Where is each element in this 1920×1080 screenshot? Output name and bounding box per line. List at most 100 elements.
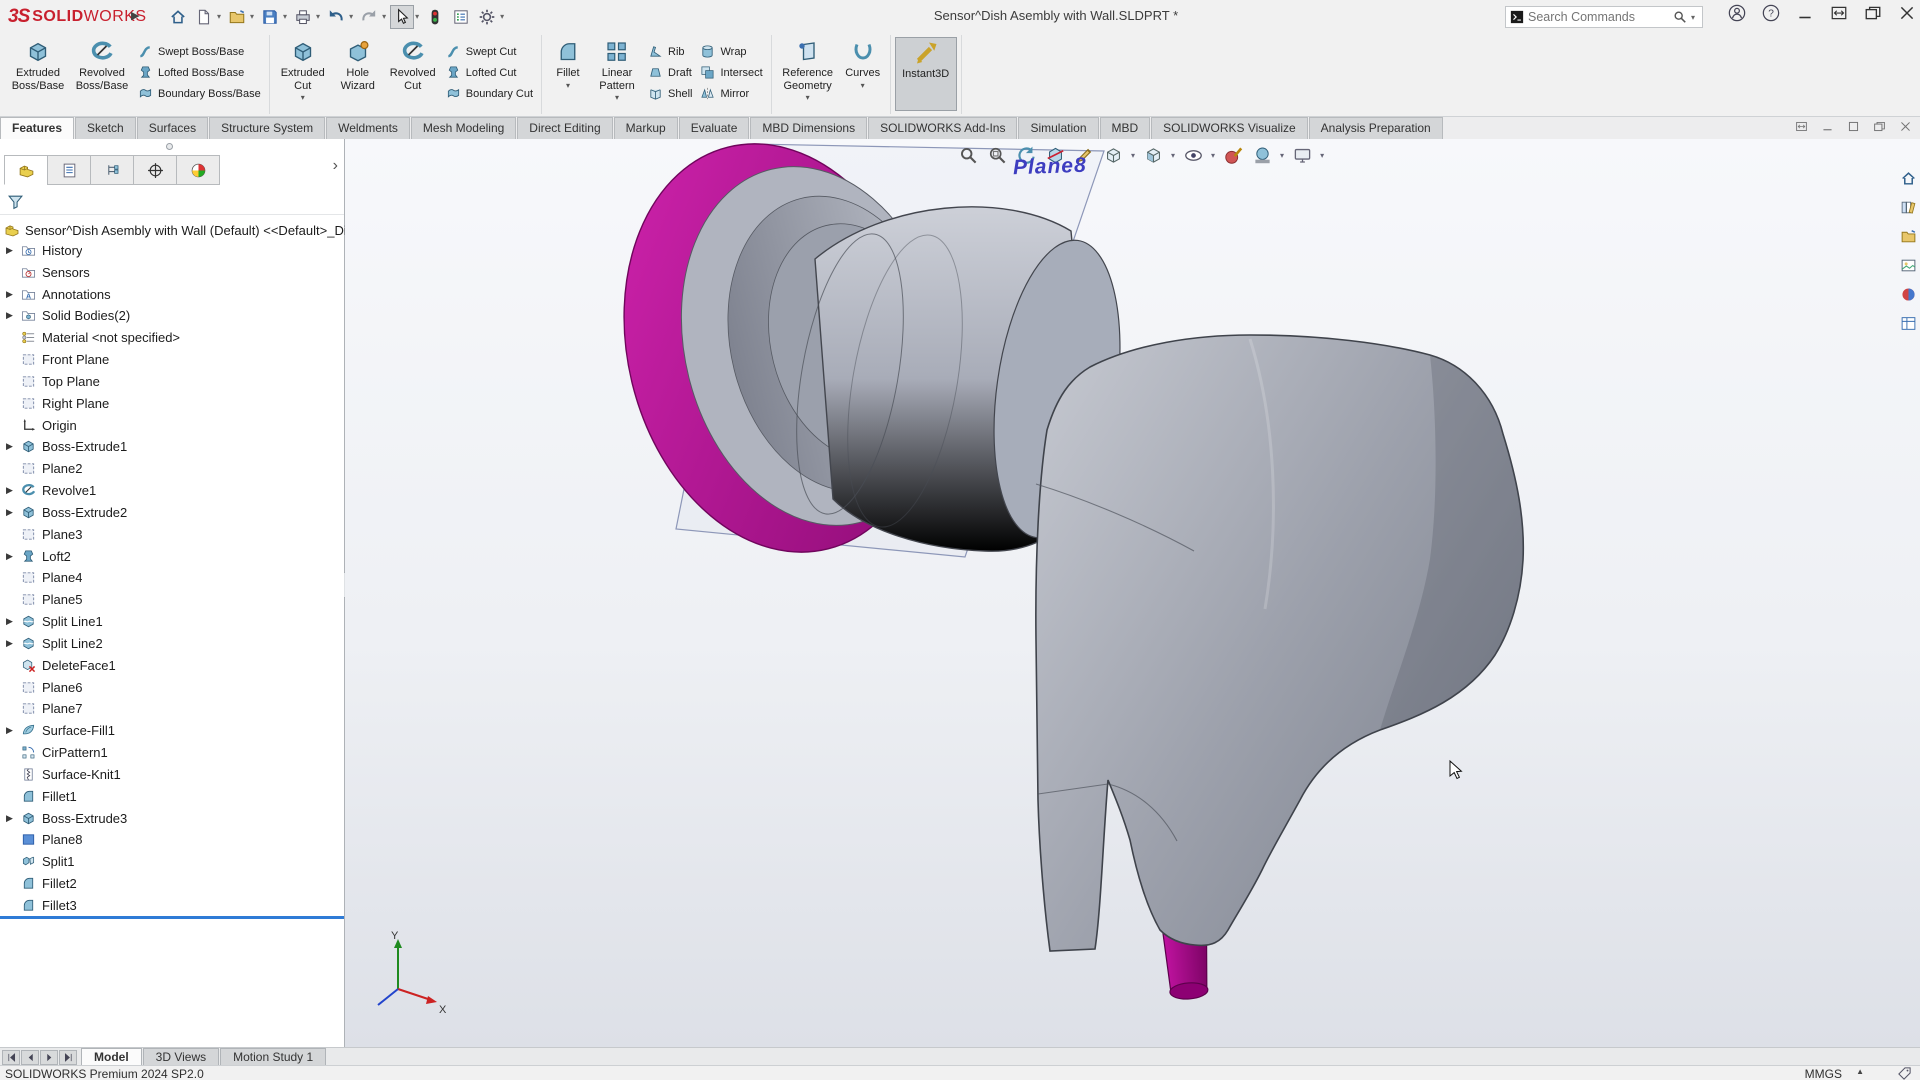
- tab-motion-study-1[interactable]: Motion Study 1: [220, 1048, 326, 1065]
- curves-button[interactable]: Curves▾: [840, 37, 886, 90]
- tree-item-surface-fill1[interactable]: ▶Surface-Fill1: [0, 719, 344, 741]
- reference-geometry-dropdown-icon[interactable]: ▾: [806, 93, 810, 102]
- view-orientation-button[interactable]: [1100, 142, 1126, 168]
- tab-structure-system[interactable]: Structure System: [209, 117, 325, 139]
- span-displays-button[interactable]: [1830, 4, 1848, 22]
- menu-flyout-arrow-icon[interactable]: ▶: [131, 9, 139, 22]
- curves-dropdown-icon[interactable]: ▾: [861, 81, 865, 90]
- tree-item-front-plane[interactable]: Front Plane: [0, 348, 344, 370]
- wrap-button[interactable]: Wrap: [696, 41, 766, 62]
- tab-property-manager[interactable]: [47, 155, 91, 185]
- tree-item-right-plane[interactable]: Right Plane: [0, 392, 344, 414]
- apply-scene-button[interactable]: [1249, 142, 1275, 168]
- hole-wizard-button[interactable]: Hole Wizard: [332, 37, 384, 92]
- edit-appearance-button[interactable]: [1220, 142, 1246, 168]
- home-button[interactable]: [166, 5, 190, 29]
- tree-item-plane5[interactable]: Plane5: [0, 588, 344, 610]
- tab-direct-editing[interactable]: Direct Editing: [517, 117, 612, 139]
- linear-pattern-button[interactable]: Linear Pattern▾: [590, 37, 644, 102]
- doc-minimize-icon[interactable]: [1821, 120, 1834, 133]
- revolved-cut-button[interactable]: Revolved Cut: [384, 37, 442, 92]
- fillet-button[interactable]: Fillet▾: [546, 37, 590, 90]
- tree-item-history[interactable]: ▶History: [0, 239, 344, 261]
- expand-arrow-icon[interactable]: ▶: [6, 289, 21, 300]
- tree-item-fillet2[interactable]: Fillet2: [0, 872, 344, 894]
- tree-item-plane2[interactable]: Plane2: [0, 457, 344, 479]
- view-settings-dropdown-icon[interactable]: ▾: [1320, 151, 1324, 160]
- expand-arrow-icon[interactable]: ▶: [6, 725, 21, 736]
- swept-boss-base-button[interactable]: Swept Boss/Base: [134, 41, 265, 62]
- shell-button[interactable]: Shell: [644, 83, 696, 104]
- tag-icon[interactable]: [1897, 1066, 1912, 1080]
- doc-close-icon[interactable]: [1899, 120, 1912, 133]
- hide-show-dropdown-icon[interactable]: ▾: [1211, 151, 1215, 160]
- tab-evaluate[interactable]: Evaluate: [679, 117, 750, 139]
- linear-pattern-dropdown-icon[interactable]: ▾: [615, 93, 619, 102]
- units-dropdown-icon[interactable]: ▲: [1856, 1067, 1864, 1076]
- hide-show-items-button[interactable]: [1180, 142, 1206, 168]
- user-account-button[interactable]: [1728, 4, 1746, 22]
- tree-item-boss-extrude1[interactable]: ▶Boss-Extrude1: [0, 435, 344, 457]
- doc-maximize-icon[interactable]: [1847, 120, 1860, 133]
- first-tab-button[interactable]: [2, 1050, 20, 1065]
- tree-item-top-plane[interactable]: Top Plane: [0, 370, 344, 392]
- tree-item-solid-bodies[interactable]: ▶Solid Bodies(2): [0, 304, 344, 326]
- tab-feature-manager-design-tree[interactable]: [4, 155, 48, 185]
- model-3d-view[interactable]: Y X: [345, 139, 1920, 1047]
- expand-arrow-icon[interactable]: ▶: [6, 485, 21, 496]
- tab-3d-views[interactable]: 3D Views: [143, 1048, 219, 1065]
- units-selector[interactable]: MMGS: [1805, 1067, 1842, 1080]
- tab-sketch[interactable]: Sketch: [75, 117, 136, 139]
- zoom-to-area-button[interactable]: [984, 142, 1010, 168]
- expand-arrow-icon[interactable]: ▶: [6, 616, 21, 627]
- boundary-cut-button[interactable]: Boundary Cut: [442, 83, 537, 104]
- graphics-viewport[interactable]: Y X ▾ ▾ ▾ ▾ ▾ Plane8: [345, 139, 1920, 1047]
- tab-analysis-preparation[interactable]: Analysis Preparation: [1309, 117, 1443, 139]
- tab-surfaces[interactable]: Surfaces: [137, 117, 208, 139]
- swept-cut-button[interactable]: Swept Cut: [442, 41, 537, 62]
- next-tab-button[interactable]: [40, 1050, 58, 1065]
- revolved-boss-base-button[interactable]: Revolved Boss/Base: [70, 37, 134, 92]
- panel-splitter-handle[interactable]: [0, 139, 344, 153]
- tab-solidworks-visualize[interactable]: SOLIDWORKS Visualize: [1151, 117, 1308, 139]
- expand-arrow-icon[interactable]: ▶: [6, 507, 21, 518]
- rollback-bar[interactable]: [0, 916, 344, 919]
- view-settings-button[interactable]: [1289, 142, 1315, 168]
- tree-item-boss-extrude3[interactable]: ▶Boss-Extrude3: [0, 807, 344, 829]
- expand-arrow-icon[interactable]: ▶: [6, 245, 21, 256]
- tree-root-item[interactable]: Sensor^Dish Asembly with Wall (Default) …: [4, 220, 367, 240]
- tree-item-deleteface1[interactable]: DeleteFace1: [0, 654, 344, 676]
- restore-button[interactable]: [1864, 4, 1882, 22]
- tree-item-plane7[interactable]: Plane7: [0, 697, 344, 719]
- draft-button[interactable]: Draft: [644, 62, 696, 83]
- file-explorer-icon[interactable]: [1897, 225, 1919, 247]
- tree-item-fillet1[interactable]: Fillet1: [0, 785, 344, 807]
- tab-mesh-modeling[interactable]: Mesh Modeling: [411, 117, 516, 139]
- lofted-cut-button[interactable]: Lofted Cut: [442, 62, 537, 83]
- tree-item-sensors[interactable]: Sensors: [0, 261, 344, 283]
- display-style-dropdown-icon[interactable]: ▾: [1171, 151, 1175, 160]
- tree-item-origin[interactable]: Origin: [0, 414, 344, 436]
- search-commands-box[interactable]: ▾: [1505, 6, 1703, 28]
- tree-item-plane8[interactable]: Plane8: [0, 828, 344, 850]
- previous-tab-button[interactable]: [21, 1050, 39, 1065]
- view-palette-icon[interactable]: [1897, 254, 1919, 276]
- tab-features[interactable]: Features: [0, 117, 74, 139]
- boundary-boss-base-button[interactable]: Boundary Boss/Base: [134, 83, 265, 104]
- doc-span-icon[interactable]: [1795, 120, 1808, 133]
- search-icon[interactable]: [1673, 10, 1687, 24]
- fillet-dropdown-icon[interactable]: ▾: [566, 81, 570, 90]
- tab-dimxpert-manager[interactable]: [133, 155, 177, 185]
- tree-item-boss-extrude2[interactable]: ▶Boss-Extrude2: [0, 501, 344, 523]
- tab-solidworks-add-ins[interactable]: SOLIDWORKS Add-Ins: [868, 117, 1017, 139]
- tab-simulation[interactable]: Simulation: [1018, 117, 1098, 139]
- tab-markup[interactable]: Markup: [614, 117, 678, 139]
- expand-arrow-icon[interactable]: ▶: [6, 441, 21, 452]
- extruded-cut-button[interactable]: Extruded Cut▾: [274, 37, 332, 102]
- extruded-boss-base-button[interactable]: Extruded Boss/Base: [6, 37, 70, 92]
- instant3d-button[interactable]: Instant3D: [895, 37, 957, 111]
- tree-item-plane6[interactable]: Plane6: [0, 676, 344, 698]
- tab-display-manager[interactable]: [176, 155, 220, 185]
- tab-weldments[interactable]: Weldments: [326, 117, 410, 139]
- tree-item-plane4[interactable]: Plane4: [0, 566, 344, 588]
